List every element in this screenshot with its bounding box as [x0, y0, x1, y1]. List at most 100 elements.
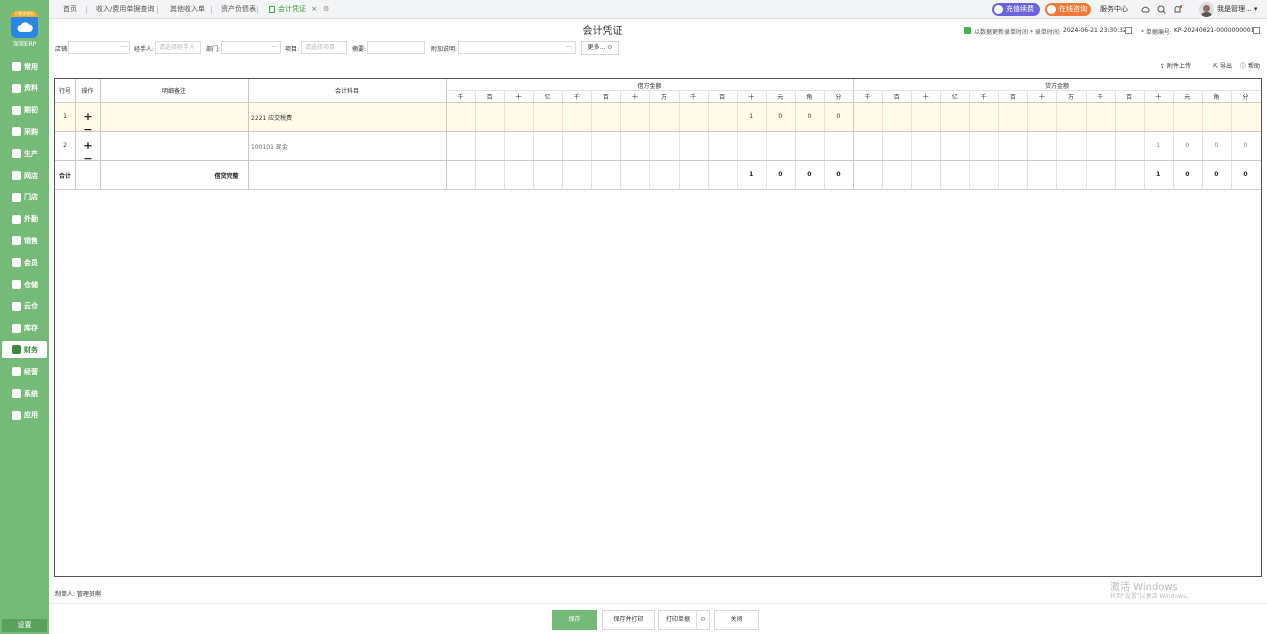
export-link[interactable]: ⇱ 导出 [1213, 61, 1232, 70]
sidebar-item-3[interactable]: 采购 [2, 123, 47, 140]
close-icon[interactable]: × [311, 5, 317, 13]
note-cell[interactable] [100, 142, 248, 152]
row-divider [55, 102, 1261, 103]
menu-icon [12, 149, 21, 159]
debit-digit[interactable]: 0 [824, 113, 853, 120]
renew-button[interactable]: 充值续费 [992, 3, 1040, 16]
store-input[interactable]: ··· [68, 41, 130, 54]
print-button[interactable]: 打印单据 ⚙ [658, 610, 710, 630]
sidebar-item-15[interactable]: 系统 [2, 385, 47, 402]
tab-other-income[interactable]: 其他收入单 [170, 0, 205, 19]
extra-input[interactable]: ··· [458, 41, 576, 54]
number-value[interactable]: KP-20240621-0000000001 [1174, 27, 1254, 34]
remove-row-icon[interactable]: − [83, 152, 92, 165]
tab-income-expense-query[interactable]: 收入/费用单据查询 [96, 0, 154, 19]
credit-digit[interactable]: 0 [1231, 142, 1260, 149]
help-link[interactable]: ⓘ 帮助 [1240, 61, 1260, 70]
app-logo[interactable]: 万能进销存 [11, 11, 38, 38]
settings-button[interactable]: 设置 [2, 619, 47, 632]
add-row-icon[interactable]: + [83, 139, 92, 152]
auto-update-checkbox[interactable] [964, 27, 971, 34]
col-header-subject: 会计科目 [334, 88, 359, 95]
online-consult-button[interactable]: 在线咨询 [1045, 3, 1091, 16]
menu-icon [12, 171, 21, 180]
extra-label: 附加说明: [431, 46, 458, 53]
total-credit-digit: 1 [1156, 171, 1161, 178]
subject-cell[interactable]: 100101 现金 [251, 142, 288, 151]
remove-row-icon[interactable]: − [83, 123, 92, 136]
digit-header: 元 [1184, 94, 1191, 101]
tab-accounting-voucher[interactable]: 会计凭证 × [269, 0, 317, 19]
col-header-op: 操作 [81, 88, 94, 95]
add-row-icon[interactable]: + [83, 110, 92, 123]
bell-icon[interactable] [1173, 5, 1182, 14]
date-label: * 录单时间: [1030, 29, 1061, 36]
row-number: 2 [63, 142, 67, 149]
upload-link[interactable]: ⇪ 附件上传 [1160, 61, 1191, 70]
sidebar-item-5[interactable]: 网店 [2, 167, 47, 184]
user-menu[interactable]: 我是管理... ▾ [1217, 0, 1257, 19]
digit-header: 百 [602, 94, 609, 101]
digit-divider [504, 91, 506, 189]
cloud-sync-icon[interactable] [1141, 5, 1150, 14]
search-icon[interactable] [1157, 5, 1166, 14]
avatar[interactable] [1199, 2, 1214, 17]
sidebar-item-1[interactable]: 资料 [2, 80, 47, 97]
menu-icon [12, 389, 21, 398]
date-value[interactable]: 2024-06-21 23:30:32 [1063, 27, 1127, 34]
service-center-link[interactable]: 服务中心 [1100, 0, 1128, 19]
project-input[interactable]: 请选择项目 [301, 41, 347, 54]
sidebar-item-16[interactable]: 应用 [2, 407, 47, 424]
col-header-credit: 贷方金额 [1044, 83, 1069, 90]
sidebar-item-13[interactable]: 财务 [2, 341, 47, 359]
more-button[interactable]: 更多... ⚙ [581, 41, 619, 55]
sidebar-item-7[interactable]: 外勤 [2, 211, 47, 228]
dept-input[interactable]: ··· [221, 41, 281, 54]
sidebar-item-12[interactable]: 库存 [2, 320, 47, 337]
digit-header: 分 [835, 94, 842, 101]
tab-settings-gear-icon[interactable]: ⚙ [323, 0, 329, 19]
save-print-button[interactable]: 保存并打印 [602, 610, 655, 630]
close-button[interactable]: 关闭 [714, 610, 759, 630]
digit-header: 百 [893, 94, 900, 101]
sidebar-item-11[interactable]: 云仓 [2, 298, 47, 315]
renew-icon [994, 5, 1003, 14]
debit-digit[interactable]: 0 [795, 113, 824, 120]
sidebar-item-6[interactable]: 门店 [2, 189, 47, 206]
note-cell[interactable] [100, 113, 248, 123]
sidebar-item-2[interactable]: 期初 [2, 102, 47, 119]
save-button[interactable]: 保存 [552, 610, 597, 630]
digit-header: 千 [864, 94, 871, 101]
sidebar-item-9[interactable]: 会员 [2, 254, 47, 271]
sidebar-item-14[interactable]: 经营 [2, 363, 47, 380]
digit-header: 百 [719, 94, 726, 101]
footer-bar: 保存 保存并打印 打印单据 ⚙ 关闭 [49, 603, 1267, 634]
subject-cell[interactable]: 2221 应交税费 [251, 113, 292, 122]
auto-update-label: 以数据更新录单时间 [974, 29, 1029, 36]
credit-digit[interactable]: 0 [1202, 142, 1231, 149]
handler-input[interactable]: 请选择经手人 [155, 41, 201, 54]
menu-icon [12, 62, 21, 71]
digit-header: 亿 [544, 94, 551, 101]
menu-icon [12, 323, 21, 333]
digit-header: 分 [1242, 94, 1249, 101]
debit-digit[interactable]: 0 [766, 113, 795, 120]
sidebar-item-0[interactable]: 常用 [2, 58, 47, 75]
tab-balance-sheet[interactable]: 资产负债表 [221, 0, 256, 19]
sidebar-item-8[interactable]: 销售 [2, 232, 47, 249]
digit-divider [707, 91, 709, 189]
watermark-subtitle: 转到"设置"以激活 Windows。 [1110, 593, 1193, 600]
total-credit-digit: 0 [1243, 171, 1248, 178]
debit-digit[interactable]: 1 [737, 113, 766, 120]
menu-icon [12, 301, 21, 311]
gear-icon[interactable]: ⚙ [696, 611, 709, 629]
sidebar-item-4[interactable]: 生产 [2, 145, 47, 162]
digit-header: 角 [806, 94, 813, 101]
tab-home[interactable]: 首页 [63, 0, 77, 19]
credit-digit[interactable]: 0 [1173, 142, 1202, 149]
edit-icon[interactable] [1125, 27, 1132, 34]
summary-input[interactable] [367, 41, 425, 54]
sidebar-item-10[interactable]: 仓储 [2, 276, 47, 293]
credit-digit[interactable]: 1 [1144, 142, 1173, 149]
edit-icon[interactable] [1253, 27, 1260, 34]
